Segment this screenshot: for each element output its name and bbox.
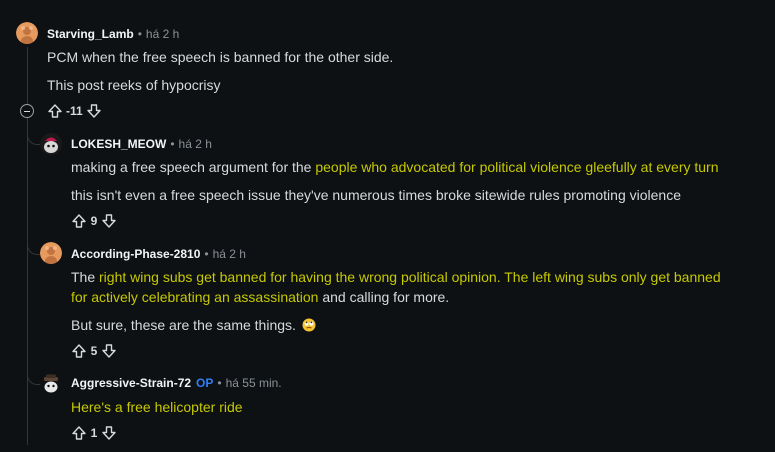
highlighted-text: for actively celebrating an assassinatio… <box>71 289 319 305</box>
thread-branch <box>27 371 41 385</box>
author-name[interactable]: Starving_Lamb <box>47 27 134 41</box>
comment-meta: According-Phase-2810 • há 2 h <box>71 244 246 264</box>
upvote-icon[interactable] <box>71 343 87 359</box>
author-name[interactable]: LOKESH_MEOW <box>71 137 166 151</box>
upvote-icon[interactable] <box>47 103 63 119</box>
separator: • <box>170 137 175 151</box>
comment-text: Here's a free helicopter ride <box>71 397 243 417</box>
comment-text: This post reeks of hypocrisy <box>47 77 221 93</box>
downvote-icon[interactable] <box>101 425 117 441</box>
upvote-icon[interactable] <box>71 213 87 229</box>
comment-text: making a free speech argument for the pe… <box>71 157 719 177</box>
avatar[interactable] <box>16 22 38 44</box>
comment-meta: Starving_Lamb • há 2 h <box>47 24 179 44</box>
text-segment: and calling for more. <box>318 289 450 305</box>
timestamp[interactable]: há 2 h <box>213 247 246 261</box>
highlighted-text: right wing subs get banned for having th… <box>99 269 721 285</box>
upvote-icon[interactable] <box>71 425 87 441</box>
avatar[interactable] <box>40 372 62 394</box>
text-segment: making a free speech argument for the <box>71 159 316 175</box>
comment-text: PCM when the free speech is banned for t… <box>47 49 394 65</box>
downvote-icon[interactable] <box>86 103 102 119</box>
vote-score: 9 <box>90 214 98 228</box>
eye-roll-emoji-icon <box>302 317 316 337</box>
author-name[interactable]: Aggressive-Strain-72 <box>71 376 191 390</box>
timestamp[interactable]: há 2 h <box>146 27 179 41</box>
vote-score: 1 <box>90 426 98 440</box>
vote-bar: 9 <box>71 211 117 231</box>
downvote-icon[interactable] <box>101 343 117 359</box>
highlighted-text: Here's a free helicopter ride <box>71 399 243 415</box>
separator: • <box>137 27 142 41</box>
vote-score: -11 <box>66 104 83 118</box>
separator: • <box>204 247 209 261</box>
comment-text: this isn't even a free speech issue they… <box>71 187 681 203</box>
timestamp[interactable]: há 2 h <box>179 137 212 151</box>
vote-bar: 5 <box>71 341 117 361</box>
text-segment: The <box>71 269 100 285</box>
avatar[interactable] <box>40 133 62 155</box>
vote-score: 5 <box>90 344 98 358</box>
vote-bar: 1 <box>71 423 117 443</box>
text-segment: But sure, these are the same things. <box>71 317 296 333</box>
avatar[interactable] <box>40 242 62 264</box>
thread-branch <box>27 241 41 255</box>
comment-meta: Aggressive-Strain-72 OP • há 55 min. <box>71 373 282 393</box>
highlighted-text: people who advocated for political viole… <box>315 159 719 175</box>
collapse-thread-icon[interactable] <box>20 104 34 118</box>
separator: • <box>217 376 222 390</box>
comment-text: for actively celebrating an assassinatio… <box>71 287 449 307</box>
timestamp[interactable]: há 55 min. <box>226 376 282 390</box>
comment-meta: LOKESH_MEOW • há 2 h <box>71 134 212 154</box>
thread-branch <box>27 131 41 145</box>
comment-text: But sure, these are the same things. <box>71 315 316 337</box>
vote-bar: -11 <box>47 101 102 121</box>
comment-text: The right wing subs get banned for havin… <box>71 267 721 287</box>
downvote-icon[interactable] <box>101 213 117 229</box>
author-name[interactable]: According-Phase-2810 <box>71 247 200 261</box>
op-badge: OP <box>196 376 214 390</box>
